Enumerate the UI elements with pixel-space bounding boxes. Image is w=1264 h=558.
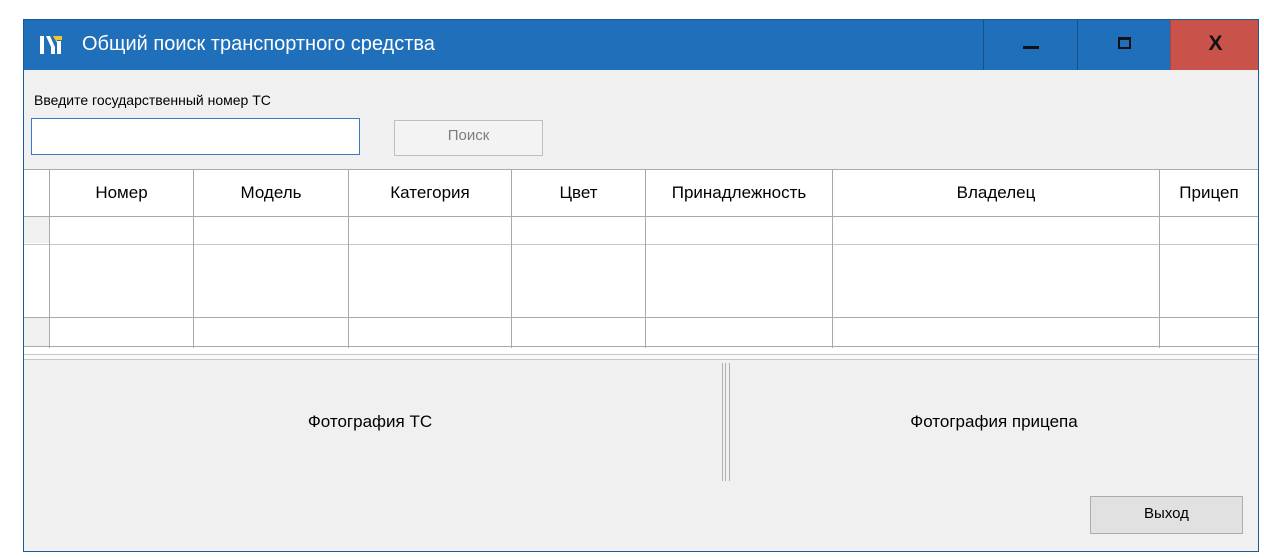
row-selector[interactable] [24, 318, 49, 346]
close-button[interactable]: X [1170, 20, 1258, 70]
trailer-photo-label: Фотография прицепа [910, 412, 1078, 431]
column-divider [193, 170, 194, 348]
column-divider [1159, 170, 1160, 348]
column-divider [49, 170, 50, 348]
close-icon: X [1208, 32, 1223, 55]
maximize-icon [1118, 37, 1131, 49]
row-divider [24, 317, 1258, 318]
column-header-ownership[interactable]: Принадлежность [646, 170, 832, 216]
minimize-icon [1023, 46, 1039, 49]
column-divider [832, 170, 833, 348]
row-divider [24, 244, 1258, 245]
vehicle-photo-label: Фотография ТС [307, 412, 433, 431]
vehicles-table[interactable]: Номер Модель Категория Цвет Принадлежнос… [24, 169, 1258, 356]
column-divider [645, 170, 646, 348]
column-divider [511, 170, 512, 348]
plate-number-input[interactable] [31, 118, 360, 155]
maximize-button[interactable] [1077, 20, 1170, 70]
search-button[interactable]: Поиск [394, 120, 543, 156]
vertical-splitter[interactable] [719, 363, 733, 481]
plate-number-label: Введите государственный номер ТС [34, 92, 271, 108]
column-header-owner[interactable]: Владелец [833, 170, 1159, 216]
column-header-category[interactable]: Категория [349, 170, 511, 216]
column-header-model[interactable]: Модель [194, 170, 348, 216]
row-selector[interactable] [24, 217, 49, 243]
table-header: Номер Модель Категория Цвет Принадлежнос… [24, 170, 1258, 217]
column-header-color[interactable]: Цвет [512, 170, 645, 216]
column-header-number[interactable]: Номер [50, 170, 193, 216]
title-bar[interactable]: Общий поиск транспортного средства X [24, 20, 1258, 70]
row-divider [24, 346, 1258, 347]
exit-button[interactable]: Выход [1090, 496, 1243, 534]
minimize-button[interactable] [983, 20, 1077, 70]
vehicle-search-window: Общий поиск транспортного средства X Вве… [23, 19, 1259, 552]
column-header-trailer[interactable]: Прицеп [1160, 170, 1258, 216]
window-title: Общий поиск транспортного средства [82, 33, 435, 55]
app-logo-icon [40, 36, 62, 54]
horizontal-splitter[interactable] [24, 354, 1258, 360]
column-divider [348, 170, 349, 348]
